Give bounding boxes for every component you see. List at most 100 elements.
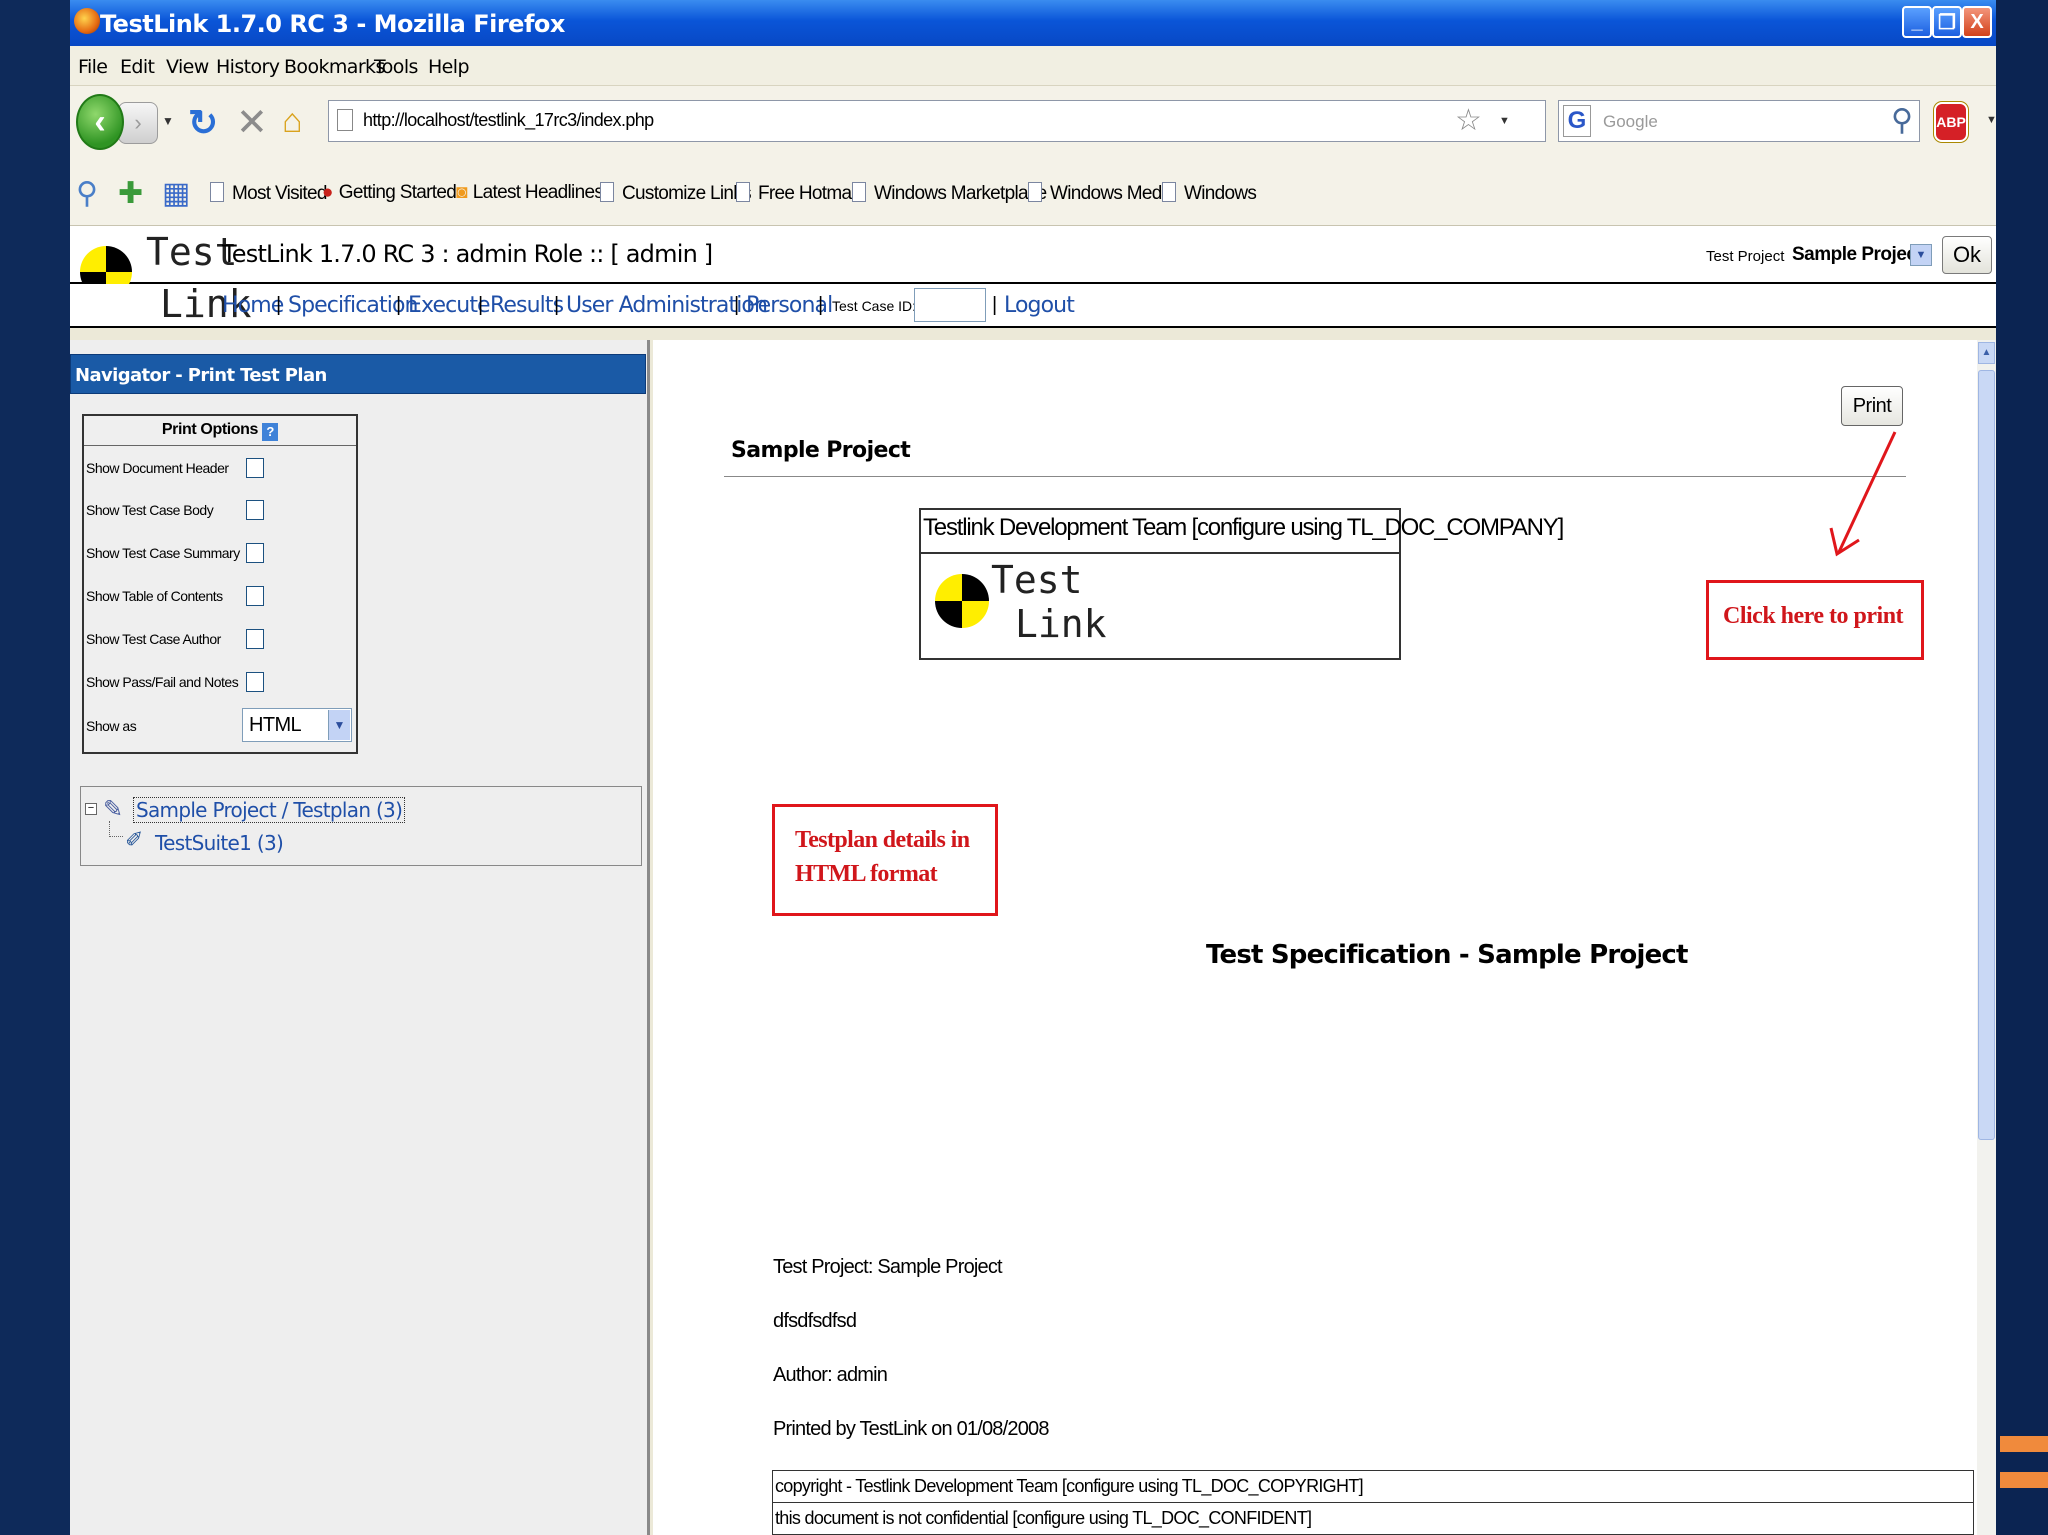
- nav-home[interactable]: Home: [222, 293, 284, 318]
- ok-button[interactable]: Ok: [1942, 236, 1992, 274]
- bookmark-windows-media[interactable]: Windows Media: [1028, 182, 1176, 205]
- nav-logout[interactable]: Logout: [1004, 293, 1075, 318]
- company-text: Testlink Development Team [configure usi…: [923, 514, 1564, 541]
- nav-results[interactable]: Results: [490, 293, 564, 318]
- search-icon[interactable]: ⚲: [1891, 103, 1913, 138]
- document-logo-word-link: Link: [1015, 602, 1107, 646]
- help-icon[interactable]: ?: [262, 423, 279, 441]
- add-page-icon[interactable]: ✚: [118, 176, 143, 211]
- window-title: TestLink 1.7.0 RC 3 - Mozilla Firefox: [100, 10, 565, 38]
- menu-view[interactable]: View: [166, 56, 209, 78]
- collapse-icon[interactable]: −: [85, 803, 97, 815]
- bookmark-customize-links[interactable]: Customize Links: [600, 182, 752, 205]
- history-dropdown-icon[interactable]: ▼: [162, 114, 174, 128]
- description-line: dfsdfsdfsd: [773, 1310, 857, 1332]
- test-project-select[interactable]: Sample Project: [1792, 244, 1923, 266]
- option-show-test-case-body-label: Show Test Case Body: [86, 502, 214, 518]
- chevron-down-icon[interactable]: ▼: [1910, 244, 1932, 266]
- company-divider: [921, 552, 1399, 554]
- search-tool-icon[interactable]: ⚲: [76, 176, 98, 211]
- bookmark-page-icon: [736, 182, 750, 202]
- option-show-test-case-author-checkbox[interactable]: [246, 629, 264, 649]
- bookmark-page-icon: [852, 182, 866, 202]
- bookmarks-toolbar: ⚲ ✚ ▦ Most Visited ● Getting Started ◙ Lat…: [70, 164, 1996, 226]
- scroll-up-icon[interactable]: ▲: [1978, 342, 1995, 364]
- show-as-select[interactable]: HTML ▼: [242, 708, 352, 742]
- confidential-row: this document is not confidential [confi…: [775, 1508, 1312, 1528]
- tree-child-node[interactable]: TestSuite1 (3): [155, 831, 284, 855]
- option-show-test-case-summary-label: Show Test Case Summary: [86, 545, 240, 561]
- bookmark-free-hotmail[interactable]: Free Hotmail: [736, 182, 859, 205]
- forward-button[interactable]: ›: [118, 102, 158, 144]
- scroll-thumb[interactable]: [1978, 370, 1995, 1140]
- menu-bar: File Edit View History Bookmarks Tools H…: [70, 46, 1996, 86]
- minimize-button[interactable]: _: [1902, 6, 1932, 38]
- page-icon: [337, 109, 353, 131]
- bookmark-star-icon[interactable]: ☆: [1455, 103, 1482, 138]
- navigation-toolbar: › ‹ ▼ ↻ ✕ ⌂ http://localhost/testlink_17…: [70, 86, 1996, 164]
- printed-by-line: Printed by TestLink on 01/08/2008: [773, 1418, 1049, 1440]
- option-show-document-header-checkbox[interactable]: [246, 458, 264, 478]
- bookmark-windows-marketplace[interactable]: Windows Marketplace: [852, 182, 1047, 205]
- print-button[interactable]: Print: [1841, 386, 1903, 426]
- search-placeholder[interactable]: Google: [1603, 112, 1658, 132]
- stop-icon[interactable]: ✕: [236, 100, 268, 145]
- url-dropdown-icon[interactable]: ▼: [1499, 115, 1510, 127]
- home-icon[interactable]: ⌂: [282, 102, 303, 141]
- adblock-dropdown-icon[interactable]: ▼: [1986, 114, 1996, 126]
- menu-file[interactable]: File: [78, 56, 108, 78]
- adblock-icon[interactable]: ABP: [1934, 102, 1968, 142]
- option-show-test-case-summary-checkbox[interactable]: [246, 543, 264, 563]
- option-show-test-case-author-label: Show Test Case Author: [86, 631, 221, 647]
- google-icon[interactable]: G: [1563, 105, 1591, 137]
- bookmark-windows[interactable]: Windows: [1162, 182, 1257, 205]
- browser-window: TestLink 1.7.0 RC 3 - Mozilla Firefox _ …: [70, 0, 1996, 1535]
- print-options-title: Print Options: [161, 421, 259, 438]
- company-box: Testlink Development Team [configure usi…: [919, 508, 1564, 660]
- restore-button[interactable]: ❐: [1932, 6, 1962, 38]
- test-project-line: Test Project: Sample Project: [773, 1256, 1003, 1278]
- document-logo-word-test: Test: [991, 558, 1083, 602]
- menu-edit[interactable]: Edit: [120, 56, 155, 78]
- bookmark-most-visited[interactable]: Most Visited: [210, 182, 327, 205]
- firefox-bookmark-icon: ●: [322, 182, 333, 203]
- menu-tools[interactable]: Tools: [374, 56, 418, 78]
- print-options-panel: Print Options ? Show Document Header Sho…: [82, 414, 358, 754]
- search-bar[interactable]: G Google ⚲: [1558, 100, 1920, 142]
- test-project-label: Test Project: [1706, 248, 1785, 265]
- menu-history[interactable]: History: [216, 56, 280, 78]
- bookmark-getting-started[interactable]: ● Getting Started: [322, 182, 457, 204]
- rss-icon: ◙: [456, 182, 467, 203]
- document-pane: Print Sample Project Testlink Developmen…: [653, 340, 1996, 1535]
- slide-edge-band: [1996, 0, 2048, 1535]
- menu-bookmarks[interactable]: Bookmarks: [284, 56, 385, 78]
- option-show-table-of-contents-checkbox[interactable]: [246, 586, 264, 606]
- calendar-icon[interactable]: ▦: [162, 176, 190, 211]
- print-options-header: Print Options ?: [84, 416, 356, 446]
- vertical-scrollbar[interactable]: ▲: [1977, 340, 1996, 1535]
- heading-divider: [724, 476, 1906, 477]
- chevron-down-icon[interactable]: ▼: [328, 710, 350, 740]
- option-show-pass-fail-notes-checkbox[interactable]: [246, 672, 264, 692]
- menu-help[interactable]: Help: [428, 56, 470, 78]
- nav-separator: |: [818, 294, 824, 316]
- slide-accent-bar: [2000, 1472, 2048, 1488]
- navigator-pane: Navigator - Print Test Plan Print Option…: [70, 340, 650, 1535]
- address-bar[interactable]: http://localhost/testlink_17rc3/index.ph…: [328, 100, 1546, 142]
- test-case-id-input[interactable]: [914, 288, 986, 322]
- url-text[interactable]: http://localhost/testlink_17rc3/index.ph…: [363, 110, 654, 131]
- reload-icon[interactable]: ↻: [188, 102, 218, 144]
- callout-html-format: Testplan details in HTML format: [772, 804, 998, 916]
- author-line: Author: admin: [773, 1364, 888, 1386]
- project-heading: Sample Project: [731, 438, 911, 463]
- show-as-value: HTML: [249, 714, 302, 736]
- nav-separator: |: [992, 294, 998, 316]
- back-button[interactable]: ‹: [76, 94, 124, 150]
- nav-separator: |: [396, 294, 402, 316]
- bookmark-latest-headlines[interactable]: ◙ Latest Headlines: [456, 182, 604, 204]
- tree-root-node[interactable]: Sample Project / Testplan (3): [133, 797, 406, 823]
- option-show-test-case-body-checkbox[interactable]: [246, 500, 264, 520]
- show-as-label: Show as: [86, 718, 137, 734]
- test-case-id-label: Test Case ID:: [832, 298, 917, 314]
- close-button[interactable]: X: [1962, 6, 1992, 38]
